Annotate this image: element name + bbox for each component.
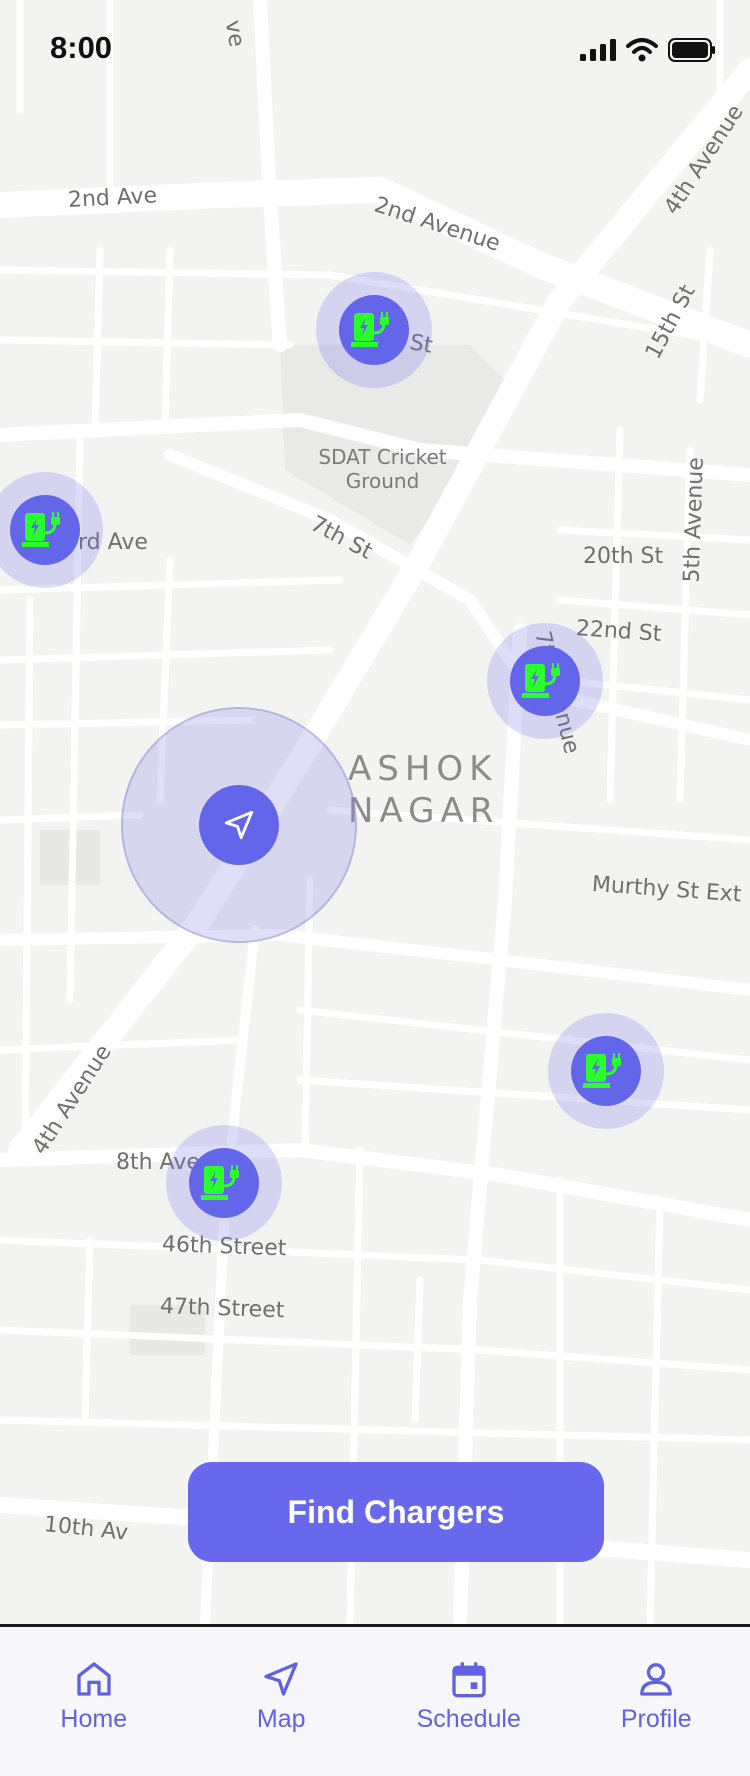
ev-charger-icon <box>22 512 60 547</box>
nav-item-label: Map <box>256 1705 306 1733</box>
find-chargers-button[interactable]: Find Chargers <box>188 1462 604 1562</box>
status-time: 8:00 <box>50 30 113 65</box>
status-bar: 8:00 <box>0 0 750 100</box>
ev-charger-icon <box>201 1165 239 1200</box>
area-label: ASHOK NAGAR <box>348 748 499 832</box>
nav-item-schedule[interactable]: Schedule <box>375 1627 563 1776</box>
nav-item-label: Profile <box>620 1705 692 1733</box>
nav-item-label: Schedule <box>416 1705 521 1733</box>
calendar-icon <box>452 1662 486 1698</box>
nav-item-home[interactable]: Home <box>0 1627 188 1776</box>
user-icon <box>640 1663 673 1696</box>
status-icons <box>580 38 716 62</box>
street-label: 47th Street <box>159 1294 285 1324</box>
nav-item-profile[interactable]: Profile <box>563 1627 750 1776</box>
street-label: 2nd Ave <box>67 183 158 213</box>
poi-name-line: SDAT Cricket <box>318 445 447 469</box>
ev-charger-icon <box>583 1053 621 1088</box>
map-view[interactable]: ve 2nd Ave 2nd Avenue 4th Avenue 15th St… <box>0 0 750 1624</box>
bottom-nav: Home Map Schedule Profile <box>0 1624 750 1776</box>
poi-label: SDAT Cricket Ground <box>300 445 465 493</box>
ev-charger-icon <box>522 663 560 698</box>
battery-icon <box>668 38 715 62</box>
nav-item-map[interactable]: Map <box>188 1627 376 1776</box>
street-label: 20th St <box>583 544 664 569</box>
area-name-line: ASHOK <box>348 749 498 789</box>
navigation-arrow-icon <box>224 810 254 840</box>
street-label: 5th Avenue <box>679 456 709 583</box>
wifi-icon <box>626 38 658 62</box>
charger-marker[interactable] <box>166 1125 282 1241</box>
area-name-line: NAGAR <box>348 791 500 831</box>
home-icon <box>77 1662 111 1696</box>
ev-charger-icon <box>351 312 389 347</box>
cellular-signal-icon <box>580 39 616 61</box>
charger-marker[interactable] <box>316 272 432 388</box>
nav-item-label: Home <box>60 1705 128 1733</box>
charger-marker[interactable] <box>548 1013 664 1129</box>
current-location-marker[interactable] <box>121 707 357 943</box>
poi-name-line: Ground <box>345 469 420 493</box>
charger-marker[interactable] <box>487 623 603 739</box>
navigation-icon <box>264 1662 298 1696</box>
